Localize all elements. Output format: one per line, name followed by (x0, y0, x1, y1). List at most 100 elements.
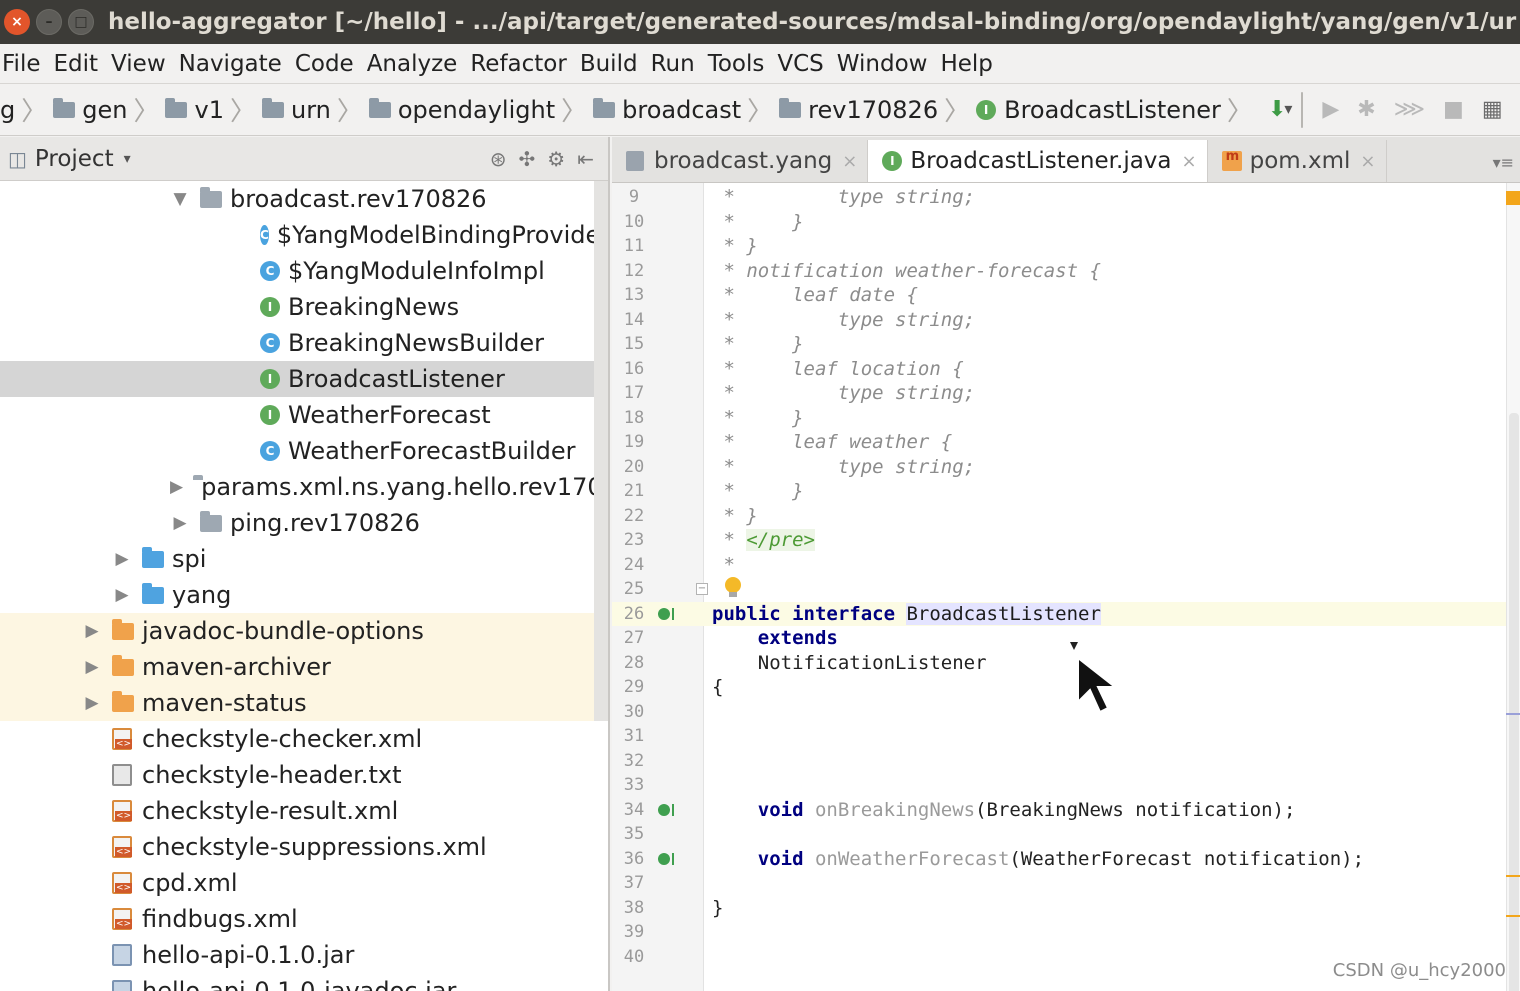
breadcrumb-item-rev170826[interactable]: rev170826 (779, 96, 938, 124)
code-line[interactable]: 9 * type string; (612, 185, 1508, 210)
hide-panel-icon[interactable]: ⇤ (577, 147, 594, 171)
code-line[interactable]: 30 (612, 700, 1508, 725)
tree-item[interactable]: I BreakingNews (0, 289, 608, 325)
code-line[interactable]: 14 * type string; (612, 308, 1508, 333)
code-line[interactable]: 20 * type string; (612, 455, 1508, 480)
collapse-arrow-icon[interactable]: ▶ (170, 513, 190, 533)
breadcrumb-item-gen[interactable]: gen (53, 96, 127, 124)
stripe-marker[interactable] (1506, 915, 1520, 917)
tab-list-icon[interactable]: ▾≡ (1493, 153, 1520, 182)
collapse-arrow-icon[interactable]: ▶ (82, 657, 102, 677)
code-line[interactable]: 33 (612, 773, 1508, 798)
implemented-icon[interactable] (658, 852, 674, 865)
run-configuration-select[interactable] (1284, 91, 1304, 128)
stripe-marker[interactable] (1506, 713, 1520, 715)
menu-navigate[interactable]: Navigate (177, 51, 293, 77)
tree-item[interactable]: C WeatherForecastBuilder (0, 433, 608, 469)
code-line[interactable]: 18 * } (612, 406, 1508, 431)
menu-window[interactable]: Window (835, 51, 939, 77)
menu-view[interactable]: View (109, 51, 177, 77)
code-line[interactable]: 39 (612, 920, 1508, 945)
close-icon[interactable]: × (1182, 151, 1197, 172)
coverage-icon[interactable]: ⋙ (1394, 97, 1425, 122)
window-minimize-button[interactable]: – (36, 9, 62, 35)
implemented-icon[interactable] (658, 607, 674, 620)
close-icon[interactable]: × (1360, 151, 1375, 172)
code-line[interactable]: 27 extends (612, 626, 1508, 651)
tree-item[interactable]: ▶ maven-status (0, 685, 608, 721)
menu-vcs[interactable]: VCS (775, 51, 834, 77)
menu-code[interactable]: Code (293, 51, 365, 77)
code-line[interactable]: 22 * } (612, 504, 1508, 529)
menu-refactor[interactable]: Refactor (468, 51, 577, 77)
warning-indicator-icon[interactable] (1506, 191, 1520, 205)
breadcrumb-item-broadcast[interactable]: broadcast (593, 96, 741, 124)
tree-item[interactable]: ▶ spi (0, 541, 608, 577)
error-stripe[interactable] (1506, 183, 1520, 991)
gear-icon[interactable]: ⚙ (547, 147, 565, 171)
implemented-icon[interactable] (658, 803, 674, 816)
menu-build[interactable]: Build (578, 51, 649, 77)
tree-item[interactable]: C $YangModelBindingProvider (0, 217, 608, 253)
tree-item[interactable]: C BreakingNewsBuilder (0, 325, 608, 361)
window-maximize-button[interactable]: □ (68, 9, 94, 35)
collapse-arrow-icon[interactable]: ▶ (112, 549, 132, 569)
breadcrumb-item-urn[interactable]: urn (261, 96, 331, 124)
menu-file[interactable]: File (0, 51, 52, 77)
editor-tab[interactable]: pom.xml × (1208, 140, 1387, 182)
menu-edit[interactable]: Edit (52, 51, 110, 77)
breadcrumb-item-opendaylight[interactable]: opendaylight (368, 96, 555, 124)
code-line[interactable]: 15 * } (612, 332, 1508, 357)
collapse-arrow-icon[interactable]: ▶ (112, 585, 132, 605)
tree-item[interactable]: ▶ yang (0, 577, 608, 613)
tree-item[interactable]: I BroadcastListener (0, 361, 608, 397)
menu-help[interactable]: Help (938, 51, 1003, 77)
code-line[interactable]: 23 * </pre> (612, 528, 1508, 553)
tree-item[interactable]: C $YangModuleInfoImpl (0, 253, 608, 289)
stop-icon[interactable]: ■ (1443, 97, 1464, 122)
tree-item[interactable]: checkstyle-result.xml (0, 793, 608, 829)
debug-icon[interactable]: ✱ (1357, 97, 1375, 122)
code-line[interactable]: 21 * } (612, 479, 1508, 504)
code-line[interactable]: 11 * } (612, 234, 1508, 259)
breadcrumb-item-broadcastlistener[interactable]: I BroadcastListener (976, 96, 1221, 124)
sync-icon[interactable]: ⊛ (490, 147, 507, 171)
collapse-all-icon[interactable]: ✣ (519, 147, 536, 171)
collapse-arrow-icon[interactable]: ▶ (82, 621, 102, 641)
code-line[interactable]: 38} (612, 896, 1508, 921)
run-icon[interactable]: ▶ (1322, 97, 1339, 122)
tree-item[interactable]: checkstyle-suppressions.xml (0, 829, 608, 865)
code-line[interactable]: 12 * notification weather-forecast { (612, 259, 1508, 284)
collapse-arrow-icon[interactable]: ▶ (82, 693, 102, 713)
code-line[interactable]: 10 * } (612, 210, 1508, 235)
expand-arrow-icon[interactable]: ▼ (170, 189, 190, 209)
code-line[interactable]: 28 NotificationListener (612, 651, 1508, 676)
stripe-marker[interactable] (1506, 875, 1520, 877)
code-line[interactable]: 25 (612, 577, 1508, 602)
code-line[interactable]: 34 void onBreakingNews(BreakingNews noti… (612, 798, 1508, 823)
code-line[interactable]: 24 * (612, 553, 1508, 578)
tree-item[interactable]: ▶ ping.rev170826 (0, 505, 608, 541)
code-area[interactable]: − 9 * type string; 10 * } 11 * } 12 * notif… (612, 183, 1520, 991)
code-line[interactable]: 32 (612, 749, 1508, 774)
tree-item[interactable]: hello-api-0.1.0.jar (0, 937, 608, 973)
code-line[interactable]: 37 (612, 871, 1508, 896)
tree-item[interactable]: cpd.xml (0, 865, 608, 901)
window-close-button[interactable]: × (4, 9, 30, 35)
project-view-selector[interactable]: Project (35, 146, 114, 172)
code-line[interactable]: 13 * leaf date { (612, 283, 1508, 308)
menu-analyze[interactable]: Analyze (365, 51, 469, 77)
tree-item[interactable]: checkstyle-header.txt (0, 757, 608, 793)
menu-tools[interactable]: Tools (706, 51, 776, 77)
tree-item[interactable]: findbugs.xml (0, 901, 608, 937)
breadcrumb-item-partial[interactable]: g (0, 96, 15, 124)
tree-item[interactable]: ▶ params.xml.ns.yang.hello.rev1708 (0, 469, 608, 505)
code-line[interactable]: 29 { (612, 675, 1508, 700)
code-line[interactable]: 19 * leaf weather { (612, 430, 1508, 455)
code-line[interactable]: 26 public interface BroadcastListener (612, 601, 1508, 626)
tree-item[interactable]: I WeatherForecast (0, 397, 608, 433)
collapse-arrow-icon[interactable]: ▶ (170, 477, 183, 497)
code-line[interactable]: 31 (612, 724, 1508, 749)
tree-item[interactable]: checkstyle-checker.xml (0, 721, 608, 757)
close-icon[interactable]: × (842, 151, 857, 172)
